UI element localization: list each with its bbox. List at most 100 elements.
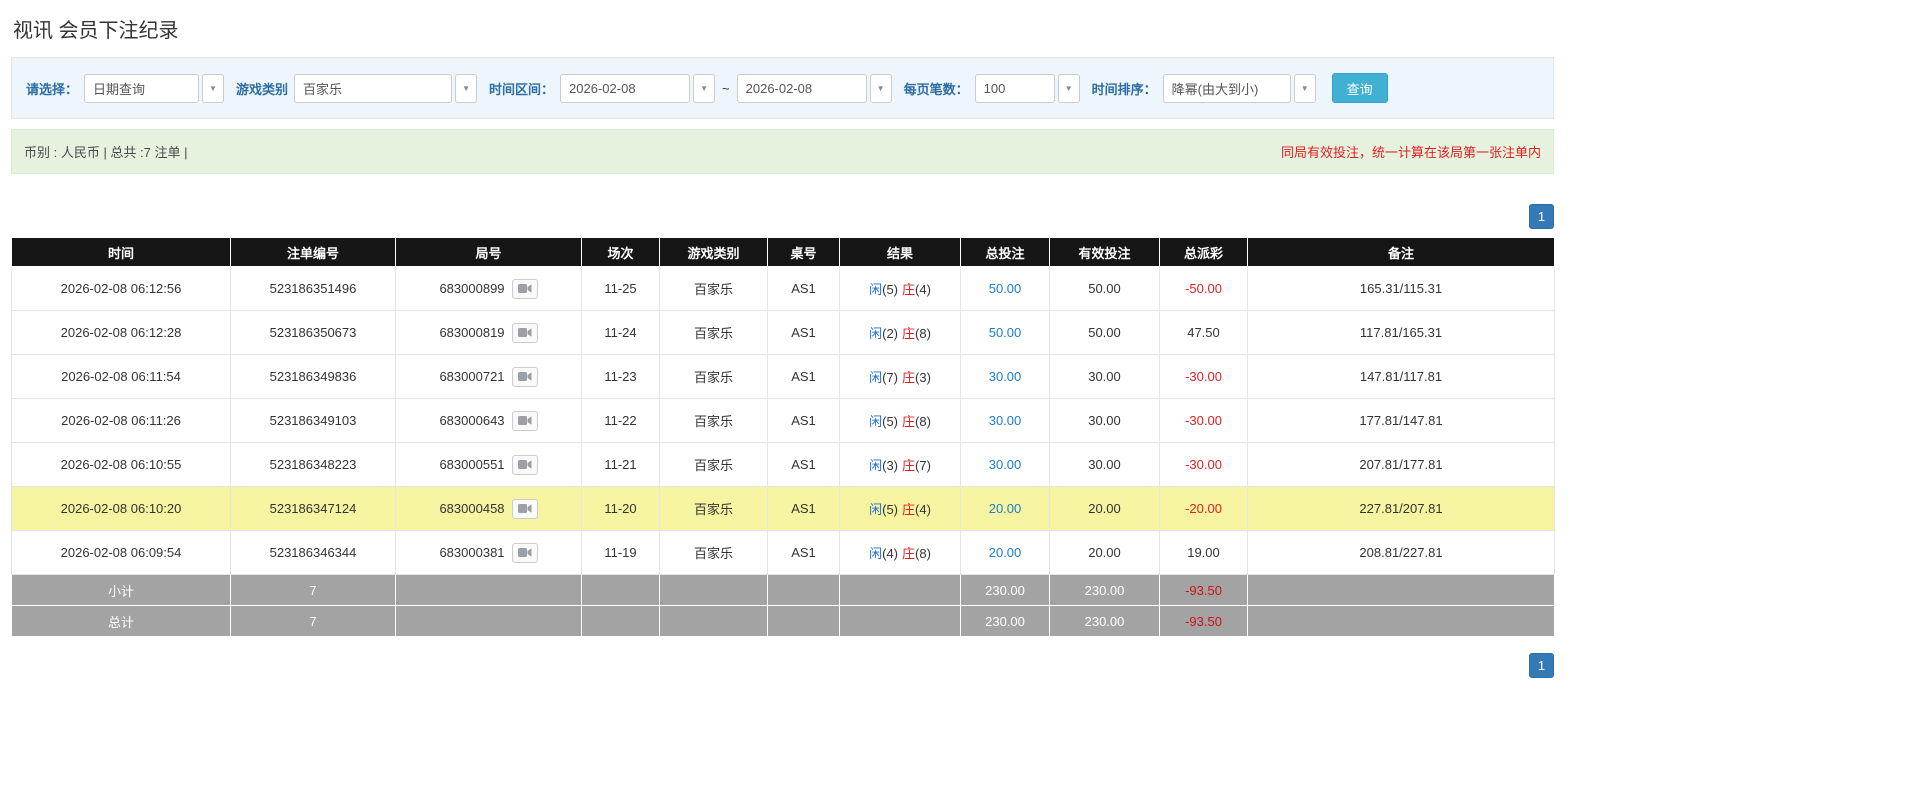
cell-note: 227.81/207.81: [1248, 487, 1555, 531]
cell-bet-id: 523186347124: [231, 487, 396, 531]
search-button[interactable]: 查询: [1332, 73, 1388, 103]
cell-valid-bet: 30.00: [1050, 355, 1160, 399]
total-bet-link[interactable]: 50.00: [989, 281, 1022, 296]
chevron-down-icon: ▼: [1301, 84, 1309, 93]
page-1-button[interactable]: 1: [1529, 653, 1554, 678]
total-bet-link[interactable]: 30.00: [989, 457, 1022, 472]
cell-session: 11-21: [582, 443, 660, 487]
cell-table-no: AS1: [768, 487, 840, 531]
time-sort-input[interactable]: [1163, 74, 1291, 103]
round-number: 683000643: [439, 413, 504, 428]
header-round: 局号: [396, 238, 582, 267]
cell-time: 2026-02-08 06:12:56: [12, 267, 231, 311]
round-replay-icon[interactable]: [512, 455, 538, 475]
game-type-dropdown-button[interactable]: ▼: [455, 74, 477, 103]
grand-total-row: 总计 7 230.00 230.00 -93.50: [12, 606, 1555, 637]
cell-result: 闲(2)庄(8): [840, 311, 961, 355]
round-replay-icon[interactable]: [512, 499, 538, 519]
table-header-row: 时间 注单编号 局号 场次 游戏类别 桌号 结果 总投注 有效投注 总派彩 备注: [12, 238, 1555, 267]
page-size-input[interactable]: [975, 74, 1055, 103]
cell-note: 177.81/147.81: [1248, 399, 1555, 443]
game-type-combo: ▼: [294, 74, 477, 103]
total-bet-link[interactable]: 30.00: [989, 369, 1022, 384]
cell-note: 165.31/115.31: [1248, 267, 1555, 311]
cell-payout: -20.00: [1160, 487, 1248, 531]
result-banker-label: 庄: [902, 414, 915, 429]
select-type-dropdown-button[interactable]: ▼: [202, 74, 224, 103]
header-session: 场次: [582, 238, 660, 267]
table-row: 2026-02-08 06:10:55 523186348223 6830005…: [12, 443, 1555, 487]
cell-bet-id: 523186350673: [231, 311, 396, 355]
cell-payout: -30.00: [1160, 399, 1248, 443]
result-player-score: (5): [882, 282, 898, 297]
table-totals: 小计 7 230.00 230.00 -93.50 总计 7: [12, 575, 1555, 637]
grand-total-label: 总计: [12, 606, 231, 637]
header-bet-id: 注单编号: [231, 238, 396, 267]
chevron-down-icon: ▼: [462, 84, 470, 93]
cell-table-no: AS1: [768, 399, 840, 443]
round-replay-icon[interactable]: [512, 411, 538, 431]
total-bet-link[interactable]: 30.00: [989, 413, 1022, 428]
table-row: 2026-02-08 06:11:26 523186349103 6830006…: [12, 399, 1555, 443]
cell-valid-bet: 50.00: [1050, 311, 1160, 355]
cell-time: 2026-02-08 06:11:26: [12, 399, 231, 443]
cell-note: 208.81/227.81: [1248, 531, 1555, 575]
cell-round: 683000899: [396, 267, 582, 311]
chevron-down-icon: ▼: [700, 84, 708, 93]
total-bet-link[interactable]: 50.00: [989, 325, 1022, 340]
page-size-dropdown-button[interactable]: ▼: [1058, 74, 1080, 103]
cell-bet-id: 523186349103: [231, 399, 396, 443]
total-bet-link[interactable]: 20.00: [989, 501, 1022, 516]
cell-payout: -50.00: [1160, 267, 1248, 311]
total-bet-link[interactable]: 20.00: [989, 545, 1022, 560]
result-banker-score: (8): [915, 326, 931, 341]
header-result: 结果: [840, 238, 961, 267]
chevron-down-icon: ▼: [877, 84, 885, 93]
select-type-input[interactable]: [84, 74, 199, 103]
page-1-button[interactable]: 1: [1529, 204, 1554, 229]
result-player-label: 闲: [869, 458, 882, 473]
time-sort-dropdown-button[interactable]: ▼: [1294, 74, 1316, 103]
result-player-score: (5): [882, 414, 898, 429]
time-sort-label: 时间排序：: [1092, 79, 1157, 98]
cell-valid-bet: 30.00: [1050, 399, 1160, 443]
date-from-dropdown-button[interactable]: ▼: [693, 74, 715, 103]
cell-valid-bet: 20.00: [1050, 487, 1160, 531]
result-player-label: 闲: [869, 502, 882, 517]
round-replay-icon[interactable]: [512, 367, 538, 387]
cell-session: 11-19: [582, 531, 660, 575]
grand-total-count: 7: [231, 606, 396, 637]
round-replay-icon[interactable]: [512, 323, 538, 343]
game-type-input[interactable]: [294, 74, 452, 103]
cell-total-bet: 50.00: [961, 267, 1050, 311]
round-replay-icon[interactable]: [512, 279, 538, 299]
header-game-type: 游戏类别: [660, 238, 768, 267]
cell-bet-id: 523186351496: [231, 267, 396, 311]
table-row: 2026-02-08 06:10:20 523186347124 6830004…: [12, 487, 1555, 531]
table-row: 2026-02-08 06:11:54 523186349836 6830007…: [12, 355, 1555, 399]
page-container: 视讯 会员下注纪录 请选择： ▼ 游戏类别 ▼ 时间区间： ▼ ~ ▼ 每页笔数…: [11, 0, 1554, 678]
cell-result: 闲(5)庄(8): [840, 399, 961, 443]
cell-valid-bet: 20.00: [1050, 531, 1160, 575]
cell-round: 683000381: [396, 531, 582, 575]
cell-session: 11-25: [582, 267, 660, 311]
result-banker-label: 庄: [902, 458, 915, 473]
cell-round: 683000458: [396, 487, 582, 531]
round-replay-icon[interactable]: [512, 543, 538, 563]
cell-session: 11-24: [582, 311, 660, 355]
time-sort-combo: ▼: [1163, 74, 1316, 103]
subtotal-row: 小计 7 230.00 230.00 -93.50: [12, 575, 1555, 606]
date-from-input[interactable]: [560, 74, 690, 103]
cell-bet-id: 523186349836: [231, 355, 396, 399]
cell-time: 2026-02-08 06:11:54: [12, 355, 231, 399]
result-banker-label: 庄: [902, 370, 915, 385]
cell-game-type: 百家乐: [660, 311, 768, 355]
page-size-label: 每页笔数：: [904, 79, 969, 98]
cell-table-no: AS1: [768, 267, 840, 311]
result-player-label: 闲: [869, 326, 882, 341]
page-title: 视讯 会员下注纪录: [13, 14, 1554, 43]
header-valid-bet: 有效投注: [1050, 238, 1160, 267]
date-to-dropdown-button[interactable]: ▼: [870, 74, 892, 103]
cell-total-bet: 30.00: [961, 355, 1050, 399]
date-to-input[interactable]: [737, 74, 867, 103]
